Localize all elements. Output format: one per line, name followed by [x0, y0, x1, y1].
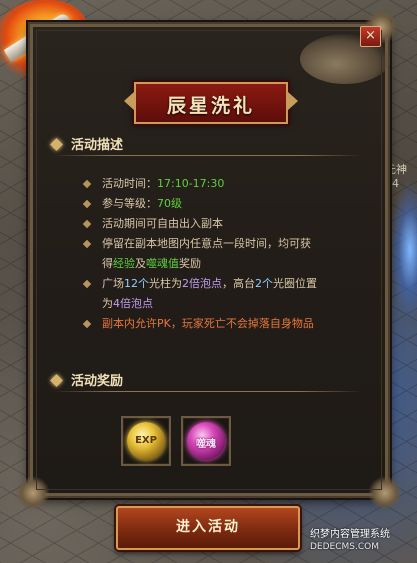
diamond-bullet-icon [82, 239, 92, 249]
list-item-time: 活动时间：17:10-17:30 [82, 174, 372, 194]
ring-count: 2个 [255, 277, 273, 290]
quad-bonus-highlight: 4倍泡点 [113, 297, 153, 310]
reward-slot-soul[interactable]: 噬魂 [181, 416, 231, 466]
watermark: 织梦内容管理系统 DEDECMS.COM [310, 528, 390, 554]
exp-orb-icon: EXP [127, 422, 165, 460]
list-item-bonus-points: 广场12个光柱为2倍泡点，高台2个光圈位置 为4倍泡点 [82, 274, 372, 314]
rewards-heading-text: 活动奖励 [71, 374, 124, 389]
list-item-pk-rule: 副本内允许PK，玩家死亡不会掉落自身物品 [82, 314, 372, 334]
rewards-heading: 活动奖励 [50, 370, 124, 389]
list-item-entry: 活动期间可自由出入副本 [82, 214, 372, 234]
exp-highlight: 经验 [113, 257, 135, 270]
soul-orb-label: 噬魂 [196, 439, 216, 450]
section-divider [52, 155, 362, 156]
soul-orb-icon: 噬魂 [187, 422, 225, 460]
bonus-text-part: 为 [102, 297, 113, 310]
level-value: 70级 [157, 197, 182, 210]
watermark-domain: DEDECMS.COM [310, 542, 379, 552]
bonus-text-part: 光圈位置 [273, 277, 317, 290]
diamond-bullet-icon [50, 138, 63, 151]
blue-magic-glow [390, 180, 417, 320]
level-label: 参与等级： [102, 197, 157, 210]
double-bonus-highlight: 2倍泡点 [182, 277, 222, 290]
stay-text-part: 奖励 [179, 257, 201, 270]
stay-text-part: 及 [135, 257, 146, 270]
pillar-count: 12个 [124, 277, 149, 290]
list-item-level: 参与等级：70级 [82, 194, 372, 214]
diamond-bullet-icon [82, 179, 92, 189]
diamond-bullet-icon [82, 199, 92, 209]
watermark-text: 织梦内容管理系统 [310, 529, 390, 540]
description-heading-text: 活动描述 [71, 138, 124, 153]
bonus-text-part: ，高台 [222, 277, 255, 290]
description-heading: 活动描述 [50, 134, 124, 153]
description-list: 活动时间：17:10-17:30 参与等级：70级 活动期间可自由出入副本 停留… [82, 174, 372, 334]
pk-rule-text: 副本内允许PK，玩家死亡不会掉落自身物品 [102, 317, 314, 330]
reward-slot-exp[interactable]: EXP [121, 416, 171, 466]
title-plate: 辰星洗礼 [134, 82, 288, 124]
close-button[interactable]: × [360, 26, 381, 47]
bonus-text-part: 广场 [102, 277, 124, 290]
diamond-bullet-icon [82, 219, 92, 229]
diamond-bullet-icon [82, 279, 92, 289]
list-item-stay-reward: 停留在副本地图内任意点一段时间，均可获 得经验及噬魂值奖励 [82, 234, 372, 274]
corner-ornament-icon [16, 476, 50, 510]
stay-text: 停留在副本地图内任意点一段时间，均可获 [102, 237, 311, 250]
diamond-bullet-icon [50, 374, 63, 387]
exp-orb-label: EXP [135, 435, 157, 446]
time-value: 17:10-17:30 [157, 177, 225, 190]
time-label: 活动时间： [102, 177, 157, 190]
corner-ornament-icon [368, 476, 402, 510]
soul-value-highlight: 噬魂值 [146, 257, 179, 270]
bonus-text-part: 光柱为 [149, 277, 182, 290]
stay-text-part: 得 [102, 257, 113, 270]
enter-event-button[interactable]: 进入活动 [116, 506, 300, 550]
entry-text: 活动期间可自由出入副本 [102, 217, 223, 230]
dialog-title: 辰星洗礼 [166, 95, 255, 117]
section-divider [52, 391, 362, 392]
diamond-bullet-icon [82, 319, 92, 329]
